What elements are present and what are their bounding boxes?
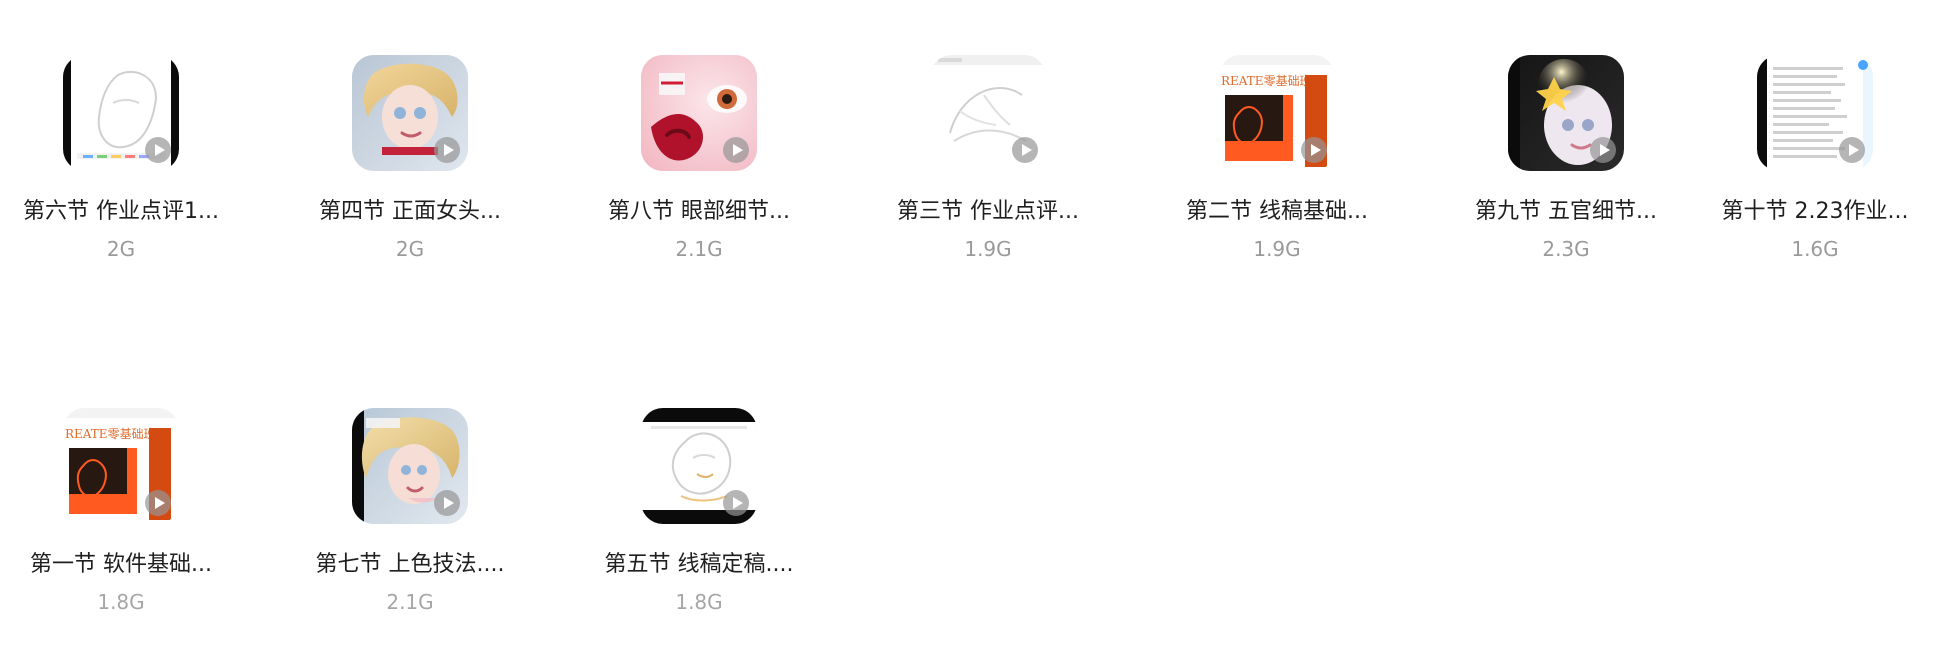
video-tile[interactable]: 第十节 2.23作业... 1.6G — [1700, 55, 1930, 295]
play-icon[interactable] — [145, 490, 171, 516]
file-size: 2G — [106, 237, 136, 261]
video-title: 第八节 眼部细节... — [608, 199, 790, 224]
video-tile[interactable]: 第四节 正面女头... 2G — [295, 55, 525, 295]
video-tile[interactable]: 第九节 五官细节... 2.3G — [1451, 55, 1681, 295]
video-title: 第三节 作业点评... — [897, 199, 1079, 224]
file-size: 1.6G — [1791, 237, 1839, 261]
video-tile[interactable]: 第六节 作业点评1... 2G — [6, 55, 236, 295]
video-title: 第二节 线稿基础... — [1186, 199, 1368, 224]
play-icon[interactable] — [434, 137, 460, 163]
video-thumbnail[interactable] — [63, 55, 179, 171]
video-thumbnail[interactable]: REATE零基础班 — [63, 408, 179, 524]
file-size: 1.9G — [964, 237, 1012, 261]
video-thumbnail[interactable] — [352, 55, 468, 171]
video-tile[interactable]: REATE零基础班 第一节 软件基础... 1.8G — [6, 408, 236, 648]
thumbnail-banner-text: REATE零基础班 — [65, 427, 156, 441]
video-thumbnail[interactable] — [930, 55, 1046, 171]
file-size: 1.8G — [675, 590, 723, 614]
video-thumbnail[interactable] — [1757, 55, 1873, 171]
play-icon[interactable] — [145, 137, 171, 163]
thumbnail-banner-text: REATE零基础班 — [1221, 74, 1312, 88]
video-title: 第一节 软件基础... — [30, 552, 212, 577]
file-size: 2.1G — [386, 590, 434, 614]
file-size: 1.8G — [97, 590, 145, 614]
video-thumbnail[interactable] — [352, 408, 468, 524]
file-size: 1.9G — [1253, 237, 1301, 261]
video-title: 第七节 上色技法.... — [315, 552, 505, 577]
play-icon[interactable] — [723, 490, 749, 516]
play-icon[interactable] — [434, 490, 460, 516]
file-size: 2.1G — [675, 237, 723, 261]
play-icon[interactable] — [723, 137, 749, 163]
video-tile[interactable]: 第五节 线稿定稿.... 1.8G — [584, 408, 814, 648]
video-title: 第四节 正面女头... — [319, 199, 501, 224]
play-icon[interactable] — [1301, 137, 1327, 163]
video-tile[interactable]: 第七节 上色技法.... 2.1G — [295, 408, 525, 648]
video-thumbnail[interactable] — [641, 408, 757, 524]
file-size: 2.3G — [1542, 237, 1590, 261]
video-tile[interactable]: 第三节 作业点评... 1.9G — [873, 55, 1103, 295]
video-title: 第十节 2.23作业... — [1721, 199, 1909, 224]
play-icon[interactable] — [1839, 137, 1865, 163]
video-grid: 第六节 作业点评1... 2G 第四节 正面女头... 2G 第八节 眼部细节.… — [0, 0, 1942, 614]
file-size: 2G — [395, 237, 425, 261]
video-tile[interactable]: 第八节 眼部细节... 2.1G — [584, 55, 814, 295]
video-thumbnail[interactable] — [641, 55, 757, 171]
video-thumbnail[interactable] — [1508, 55, 1624, 171]
video-thumbnail[interactable]: REATE零基础班 — [1219, 55, 1335, 171]
video-title: 第五节 线稿定稿.... — [604, 552, 794, 577]
video-title: 第九节 五官细节... — [1475, 199, 1657, 224]
play-icon[interactable] — [1012, 137, 1038, 163]
video-tile[interactable]: REATE零基础班 第二节 线稿基础... 1.9G — [1162, 55, 1392, 295]
play-icon[interactable] — [1590, 137, 1616, 163]
video-title: 第六节 作业点评1... — [23, 199, 219, 224]
